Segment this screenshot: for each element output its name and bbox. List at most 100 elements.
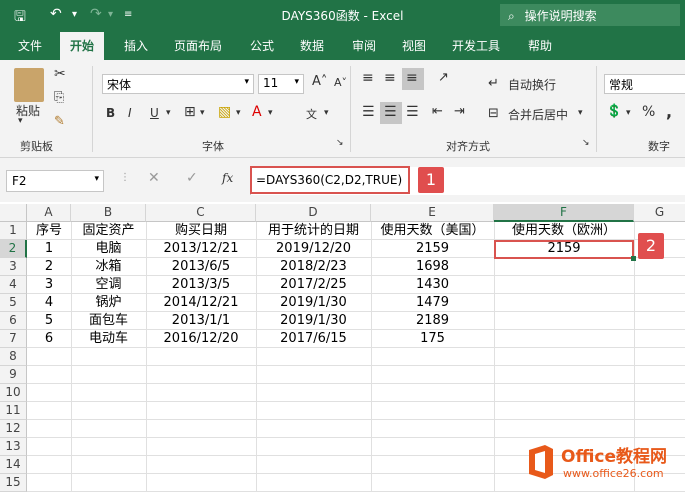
percent-icon[interactable]: % [642, 104, 655, 120]
table-cell[interactable]: 电脑 [71, 240, 146, 258]
font-name-select[interactable]: 宋体 ▾ [102, 74, 254, 94]
row-header[interactable]: 12 [0, 420, 27, 438]
name-box[interactable]: F2 ▾ [6, 170, 104, 192]
table-cell[interactable]: 2014/12/21 [146, 294, 256, 312]
table-cell[interactable]: 2017/2/25 [256, 276, 371, 294]
font-size-select[interactable]: 11 ▾ [258, 74, 304, 94]
align-top-icon[interactable]: ≡ [362, 70, 374, 86]
tab-page-layout[interactable]: 页面布局 [174, 37, 222, 54]
font-color-icon[interactable]: A [252, 104, 262, 120]
tab-help[interactable]: 帮助 [528, 37, 552, 54]
fill-dropdown-icon[interactable]: ▾ [236, 108, 241, 118]
col-header-f[interactable]: F [494, 204, 634, 222]
merge-dropdown-icon[interactable]: ▾ [578, 108, 583, 118]
row-header[interactable]: 11 [0, 402, 27, 420]
increase-indent-icon[interactable]: ⇥ [454, 104, 465, 119]
phonetic-dropdown-icon[interactable]: ▾ [324, 108, 329, 118]
number-format-select[interactable]: 常规 [604, 74, 685, 94]
tab-review[interactable]: 审阅 [352, 37, 376, 54]
table-header-cell[interactable]: 固定资产 [71, 222, 146, 240]
row-header[interactable]: 4 [0, 276, 27, 294]
paste-dropdown-icon[interactable]: ▾ [18, 116, 23, 126]
wrap-text-icon[interactable]: ↵ [488, 76, 499, 91]
table-cell[interactable]: 2017/6/15 [256, 330, 371, 348]
merge-center-button[interactable]: 合并后居中 [508, 106, 568, 123]
table-cell[interactable]: 面包车 [71, 312, 146, 330]
insert-function-button[interactable]: fx [222, 171, 233, 185]
tab-developer[interactable]: 开发工具 [452, 37, 500, 54]
selected-cell-f2[interactable] [494, 240, 634, 259]
row-header[interactable]: 13 [0, 438, 27, 456]
row-header[interactable]: 7 [0, 330, 27, 348]
table-cell[interactable]: 1430 [371, 276, 494, 294]
row-header[interactable]: 5 [0, 294, 27, 312]
table-header-cell[interactable]: 使用天数（美国） [371, 222, 494, 240]
italic-button[interactable]: I [128, 106, 132, 120]
col-header-a[interactable]: A [27, 204, 71, 222]
border-dropdown-icon[interactable]: ▾ [200, 108, 205, 118]
table-cell[interactable]: 175 [371, 330, 494, 348]
col-header-g[interactable]: G [634, 204, 685, 222]
table-cell[interactable]: 2013/1/1 [146, 312, 256, 330]
comma-icon[interactable]: , [666, 102, 672, 121]
wrap-text-button[interactable]: 自动换行 [508, 76, 556, 93]
table-cell[interactable]: 2018/2/23 [256, 258, 371, 276]
paste-icon[interactable] [14, 68, 44, 102]
fill-color-icon[interactable]: ▧ [218, 104, 231, 120]
alignment-dialog-launcher-icon[interactable]: ↘ [582, 138, 590, 148]
row-header[interactable]: 9 [0, 366, 27, 384]
table-cell[interactable]: 电动车 [71, 330, 146, 348]
table-cell[interactable]: 1479 [371, 294, 494, 312]
border-icon[interactable]: ⊞ [184, 104, 196, 120]
tab-formulas[interactable]: 公式 [250, 37, 274, 54]
currency-icon[interactable]: 💲 [606, 104, 622, 119]
table-cell[interactable]: 1 [27, 240, 71, 258]
cancel-icon[interactable]: ✕ [148, 170, 160, 186]
row-header[interactable]: 10 [0, 384, 27, 402]
table-cell[interactable]: 2159 [371, 240, 494, 258]
currency-dropdown-icon[interactable]: ▾ [626, 108, 631, 118]
format-painter-icon[interactable]: ✎ [54, 114, 65, 129]
search-box[interactable]: ⌕ 操作说明搜索 [500, 4, 680, 26]
bold-button[interactable]: B [106, 106, 115, 120]
table-header-cell[interactable]: 购买日期 [146, 222, 256, 240]
table-cell[interactable]: 2013/3/5 [146, 276, 256, 294]
table-cell[interactable]: 锅炉 [71, 294, 146, 312]
align-right-icon[interactable]: ☰ [406, 104, 419, 120]
decrease-indent-icon[interactable]: ⇤ [432, 104, 443, 119]
font-dialog-launcher-icon[interactable]: ↘ [336, 138, 344, 148]
enter-icon[interactable]: ✓ [186, 170, 198, 186]
cut-icon[interactable]: ✂ [54, 66, 66, 82]
table-cell[interactable]: 2019/12/20 [256, 240, 371, 258]
table-cell[interactable]: 4 [27, 294, 71, 312]
table-header-cell[interactable]: 用于统计的日期 [256, 222, 371, 240]
table-cell[interactable]: 2016/12/20 [146, 330, 256, 348]
table-header-cell[interactable]: 使用天数（欧洲） [494, 222, 634, 240]
row-header[interactable]: 6 [0, 312, 27, 330]
col-header-c[interactable]: C [146, 204, 256, 222]
col-header-b[interactable]: B [71, 204, 146, 222]
table-cell[interactable]: 5 [27, 312, 71, 330]
row-header[interactable]: 2 [0, 240, 27, 258]
table-cell[interactable]: 空调 [71, 276, 146, 294]
table-header-cell[interactable]: 序号 [27, 222, 71, 240]
align-left-icon[interactable]: ☰ [362, 104, 375, 120]
phonetic-icon[interactable]: 文 [306, 106, 317, 122]
tab-file[interactable]: 文件 [18, 37, 42, 54]
table-cell[interactable]: 2013/12/21 [146, 240, 256, 258]
table-cell[interactable]: 1698 [371, 258, 494, 276]
row-header[interactable]: 8 [0, 348, 27, 366]
select-all-corner[interactable] [0, 204, 27, 222]
col-header-e[interactable]: E [371, 204, 494, 222]
table-cell[interactable]: 2189 [371, 312, 494, 330]
tab-home[interactable]: 开始 [60, 32, 105, 60]
underline-dropdown-icon[interactable]: ▾ [166, 108, 171, 118]
table-cell[interactable]: 2 [27, 258, 71, 276]
decrease-font-icon[interactable]: A˅ [334, 76, 347, 89]
underline-button[interactable]: U [150, 106, 159, 120]
table-cell[interactable]: 6 [27, 330, 71, 348]
table-cell[interactable]: 2019/1/30 [256, 312, 371, 330]
row-header[interactable]: 1 [0, 222, 27, 240]
table-cell[interactable]: 冰箱 [71, 258, 146, 276]
tab-insert[interactable]: 插入 [124, 37, 148, 54]
